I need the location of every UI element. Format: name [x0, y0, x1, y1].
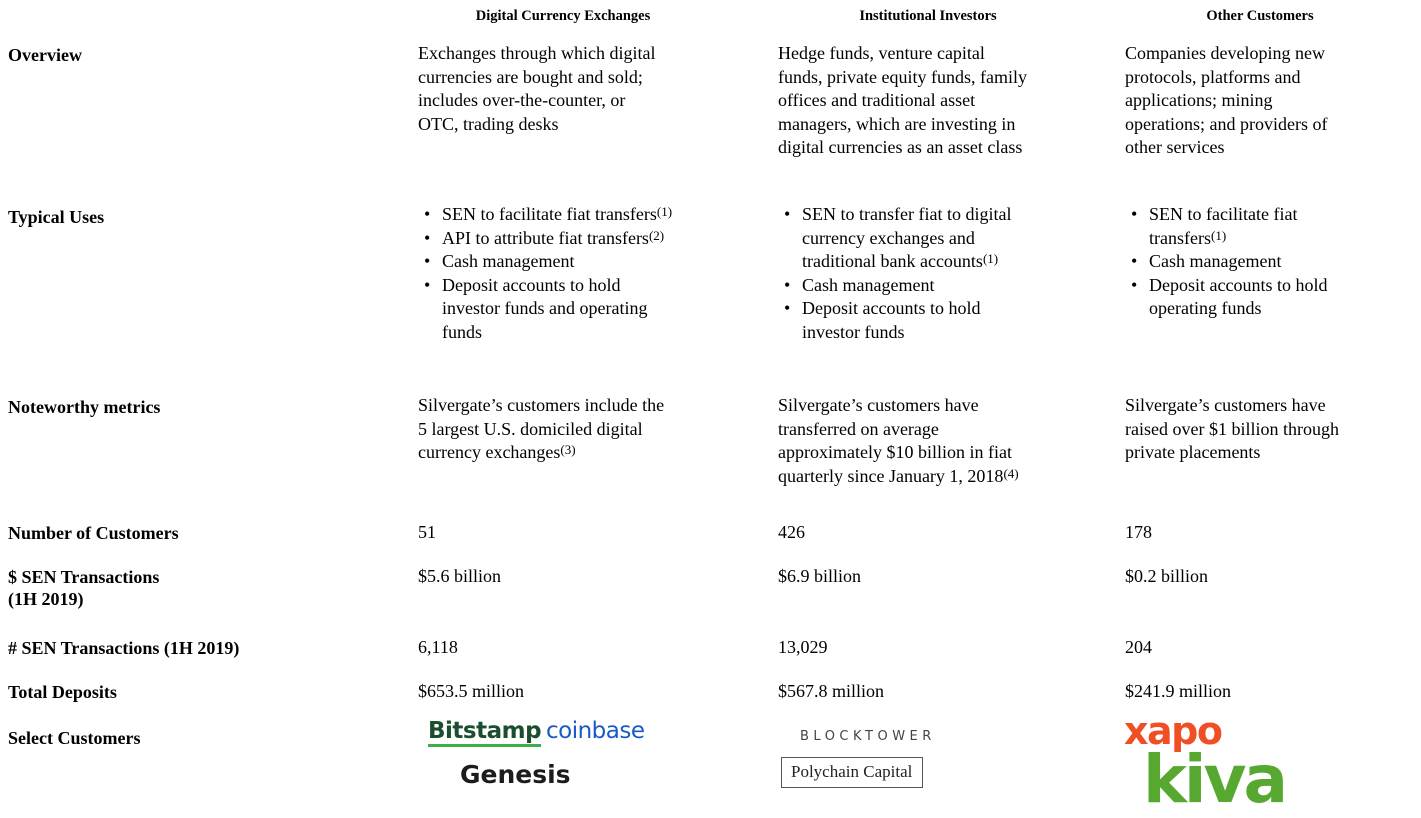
- deposits-exchanges: $653.5 million: [418, 681, 525, 701]
- footnote-ref: (1): [982, 251, 999, 266]
- num-customers-other: 178: [1125, 522, 1152, 542]
- deposits-other: $241.9 million: [1125, 681, 1232, 701]
- text-line: raised over $1 billion through: [1125, 418, 1339, 439]
- text-line: investor funds and operating: [442, 298, 648, 318]
- text-line: Deposit accounts to hold: [442, 274, 621, 295]
- num-customers-exchanges: 51: [418, 522, 436, 542]
- text-line: OTC, trading desks: [418, 113, 559, 134]
- list-item: Deposit accounts to hold investor funds …: [421, 274, 672, 345]
- text-line: funds: [442, 321, 482, 342]
- text-line: offices and traditional asset: [778, 90, 976, 110]
- list-item: SEN to transfer fiat to digital currency…: [781, 203, 1011, 274]
- overview-other: Companies developing new protocols, plat…: [1125, 42, 1327, 160]
- num-customers-institutional: 426: [778, 522, 805, 542]
- text-line: transferred on average: [778, 418, 939, 439]
- text-line: traditional bank accounts: [802, 251, 983, 271]
- text-line: 5 largest U.S. domiciled digital: [418, 418, 643, 439]
- text-line: protocols, platforms and: [1125, 66, 1301, 87]
- text-line: Exchanges through which digital: [418, 43, 656, 63]
- text-line: Cash management: [442, 251, 575, 271]
- text-line: Cash management: [1149, 251, 1282, 271]
- text-line: quarterly since January 1, 2018: [778, 465, 1004, 486]
- footnote-ref: (1): [656, 204, 673, 219]
- header-other-customers: Other Customers: [1206, 8, 1314, 24]
- label-line: (1H 2019): [8, 589, 84, 609]
- text-line: Silvergate’s customers have: [1125, 395, 1326, 415]
- text-line: approximately $10 billion in fiat: [778, 442, 1012, 462]
- header-digital-currency-exchanges: Digital Currency Exchanges: [475, 8, 651, 24]
- typical-uses-institutional: SEN to transfer fiat to digital currency…: [781, 203, 1011, 344]
- text-line: includes over-the-counter, or: [418, 90, 626, 110]
- text-line: Companies developing new: [1125, 43, 1325, 63]
- blocktower-logo: BLOCKTOWER: [800, 729, 936, 744]
- row-label-total-deposits: Total Deposits: [8, 682, 117, 702]
- sen-dollars-exchanges: $5.6 billion: [418, 566, 502, 586]
- text-line: private placements: [1125, 442, 1261, 462]
- text-line: Hedge funds, venture capital: [778, 43, 985, 63]
- text-line: investor funds: [802, 321, 905, 342]
- list-item: Deposit accounts to hold investor funds: [781, 297, 1011, 344]
- text-line: API to attribute fiat transfers: [442, 227, 649, 248]
- text-line: SEN to facilitate fiat: [1149, 204, 1298, 224]
- sen-dollars-other: $0.2 billion: [1125, 566, 1209, 586]
- overview-exchanges: Exchanges through which digital currenci…: [418, 42, 655, 136]
- sen-dollars-institutional: $6.9 billion: [778, 566, 862, 586]
- text-line: transfers: [1149, 227, 1211, 248]
- footnote-ref: (3): [560, 442, 576, 457]
- row-label-sen-dollar-transactions: $ SEN Transactions (1H 2019): [8, 566, 159, 610]
- typical-uses-exchanges: SEN to facilitate fiat transfers(1) API …: [421, 203, 672, 344]
- footnote-ref: (4): [1003, 465, 1019, 481]
- noteworthy-institutional: Silvergate’s customers have transferred …: [778, 394, 1019, 488]
- list-item: SEN to facilitate fiat transfers(1): [1128, 203, 1327, 250]
- overview-institutional: Hedge funds, venture capital funds, priv…: [778, 42, 1027, 160]
- footnote-ref: (2): [648, 227, 665, 243]
- row-label-typical-uses: Typical Uses: [8, 207, 105, 227]
- text-line: Deposit accounts to hold: [802, 298, 981, 318]
- footnote-ref: (1): [1210, 227, 1227, 243]
- noteworthy-other: Silvergate’s customers have raised over …: [1125, 394, 1339, 465]
- text-line: digital currencies as an asset class: [778, 137, 1023, 157]
- text-line: other services: [1125, 137, 1225, 157]
- header-institutional-investors: Institutional Investors: [859, 8, 997, 24]
- list-item: API to attribute fiat transfers(2): [421, 227, 672, 251]
- row-label-number-of-customers: Number of Customers: [8, 523, 179, 543]
- text-line: managers, which are investing in: [778, 113, 1016, 134]
- text-line: operating funds: [1149, 298, 1262, 318]
- coinbase-logo: coinbase: [546, 718, 645, 744]
- list-item: Cash management: [781, 274, 1011, 298]
- sen-count-other: 204: [1125, 637, 1152, 657]
- noteworthy-exchanges: Silvergate’s customers include the 5 lar…: [418, 394, 664, 465]
- bitstamp-logo: Bitstamp: [428, 718, 542, 747]
- genesis-logo: Genesis: [460, 760, 571, 789]
- text-line: SEN to transfer fiat to digital: [802, 204, 1012, 224]
- text-line: Cash management: [802, 274, 935, 295]
- row-label-sen-count-transactions: # SEN Transactions (1H 2019): [8, 638, 240, 658]
- kiva-logo: kiva: [1143, 741, 1288, 818]
- bitstamp-wordmark: Bitstamp: [428, 718, 542, 747]
- sen-count-exchanges: 6,118: [418, 637, 458, 657]
- list-item: SEN to facilitate fiat transfers(1): [421, 203, 672, 227]
- text-line: applications; mining: [1125, 90, 1273, 110]
- label-line: $ SEN Transactions: [8, 567, 160, 587]
- text-line: currency exchanges and: [802, 227, 975, 248]
- text-line: Silvergate’s customers have: [778, 395, 979, 415]
- polychain-capital-logo: Polychain Capital: [781, 757, 924, 788]
- text-line: operations; and providers of: [1125, 113, 1328, 134]
- row-label-overview: Overview: [8, 45, 82, 65]
- row-label-select-customers: Select Customers: [8, 728, 141, 748]
- list-item: Cash management: [1128, 250, 1327, 274]
- row-label-noteworthy-metrics: Noteworthy metrics: [8, 397, 161, 417]
- text-line: SEN to facilitate fiat transfers: [442, 204, 657, 224]
- text-line: Deposit accounts to hold: [1149, 274, 1328, 295]
- sen-count-institutional: 13,029: [778, 637, 828, 657]
- text-line: currency exchanges: [418, 442, 561, 462]
- text-line: currencies are bought and sold;: [418, 66, 643, 87]
- deposits-institutional: $567.8 million: [778, 681, 885, 701]
- list-item: Deposit accounts to hold operating funds: [1128, 274, 1327, 321]
- list-item: Cash management: [421, 250, 672, 274]
- typical-uses-other: SEN to facilitate fiat transfers(1) Cash…: [1128, 203, 1327, 321]
- text-line: Silvergate’s customers include the: [418, 395, 665, 415]
- text-line: funds, private equity funds, family: [778, 66, 1027, 87]
